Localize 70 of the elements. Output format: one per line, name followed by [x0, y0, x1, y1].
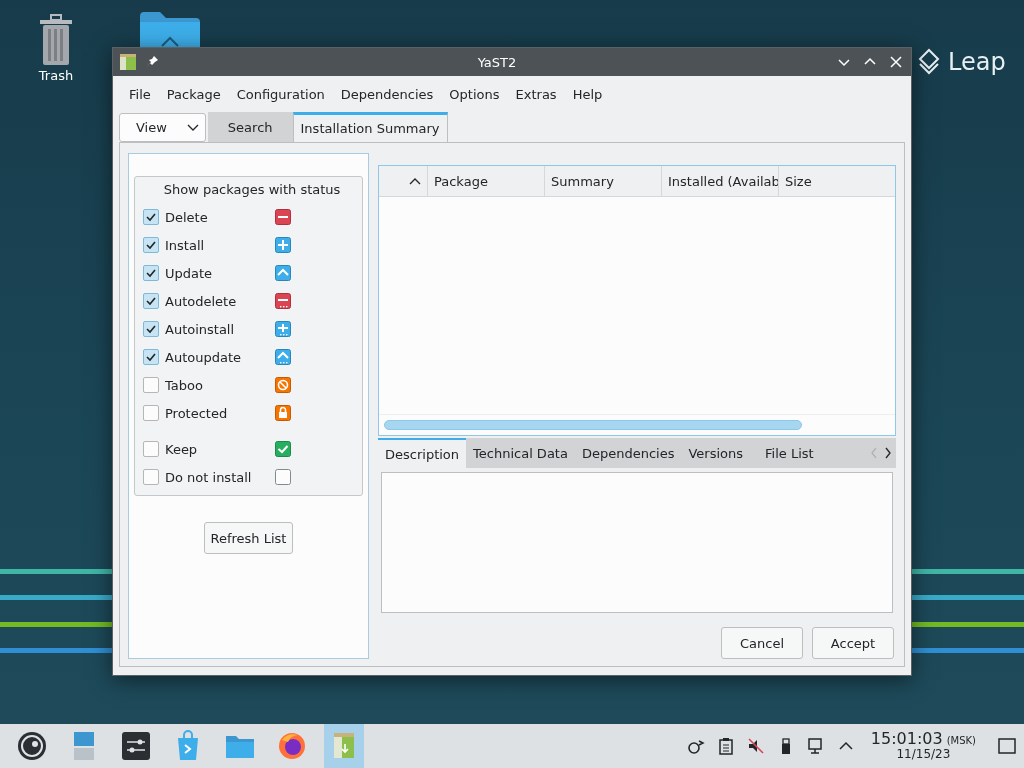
forbidden-icon [275, 377, 291, 393]
tab[interactable]: Technical Data [466, 438, 575, 468]
checkbox-label[interactable]: Protected [165, 405, 275, 421]
plus-icon [275, 237, 291, 253]
checkbox[interactable] [143, 377, 159, 393]
clock-time: 15:01:03 [870, 731, 943, 749]
checkbox-label[interactable]: Update [165, 265, 275, 281]
checkbox[interactable] [143, 237, 159, 253]
window-title: YaST2 [476, 54, 518, 70]
network-icon[interactable] [806, 737, 825, 755]
checkbox[interactable] [143, 405, 159, 421]
lock-icon [275, 405, 291, 421]
browser-icon[interactable] [276, 730, 308, 762]
brand-name: Leap [948, 48, 1006, 76]
icon-label: Trash [38, 68, 74, 83]
checkbox-label[interactable]: Install [165, 237, 275, 253]
menu-item[interactable]: Dependencies [332, 83, 442, 105]
view-dropdown[interactable]: View [119, 113, 206, 142]
folder-icon[interactable] [140, 12, 200, 48]
checkbox-label[interactable]: Do not install [165, 469, 275, 485]
menu-item[interactable]: Extras [507, 83, 565, 105]
checkbox-label[interactable]: Taboo [165, 377, 275, 393]
sliders-icon[interactable] [120, 730, 152, 762]
tab[interactable]: Installation Summary [292, 112, 448, 142]
checkbox[interactable] [143, 209, 159, 225]
refresh-button[interactable]: Refresh List [203, 522, 294, 554]
tab[interactable]: Search [207, 112, 293, 142]
checkbox-label[interactable]: Delete [165, 209, 275, 225]
checkbox[interactable] [143, 469, 159, 485]
column-header[interactable]: Package [427, 166, 544, 196]
checkbox[interactable] [143, 293, 159, 309]
tab[interactable]: Description [378, 438, 467, 468]
checkbox-label[interactable]: Keep [165, 441, 275, 457]
checkbox[interactable] [143, 321, 159, 337]
timezone-label: (MSK) [946, 736, 976, 747]
scrollbar-thumb[interactable] [384, 420, 802, 430]
tab[interactable]: File List [758, 438, 821, 468]
muted-speaker-icon[interactable] [746, 737, 765, 755]
menu-item[interactable]: Package [158, 83, 229, 105]
checkbox-label[interactable]: Autoinstall [165, 321, 275, 337]
clipboard-icon[interactable] [716, 737, 735, 755]
minus-icon [275, 209, 291, 225]
column-header[interactable]: Summary [544, 166, 661, 196]
package-icon [119, 53, 137, 71]
minus-icon [275, 293, 291, 309]
checkbox[interactable] [143, 349, 159, 365]
menu-item[interactable]: File [121, 83, 159, 105]
caret-icon [186, 123, 199, 132]
menu-item[interactable]: Options [441, 83, 508, 105]
tab[interactable]: Versions [681, 438, 751, 468]
checkbox[interactable] [143, 441, 159, 457]
layers-icon [918, 48, 940, 76]
clock-date: 11/15/23 [896, 748, 951, 761]
group-title: Show packages with status [162, 182, 342, 197]
checkbox-label[interactable]: Autoupdate [165, 349, 275, 365]
empty-square-icon [275, 469, 291, 485]
column-header[interactable]: Size [778, 166, 895, 196]
chevron-up-icon [275, 265, 291, 281]
sort-caret-icon [409, 177, 421, 185]
checkbox[interactable] [143, 265, 159, 281]
check-icon [275, 441, 291, 457]
checkbox-label[interactable]: Autodelete [165, 293, 275, 309]
dialog-button[interactable]: Cancel [721, 627, 803, 659]
plus-icon [275, 321, 291, 337]
dialog-button[interactable]: Accept [812, 627, 894, 659]
menu-item[interactable]: Configuration [228, 83, 333, 105]
show-desktop-icon[interactable] [998, 737, 1016, 755]
tab[interactable]: Dependencies [574, 438, 682, 468]
menu-item[interactable]: Help [564, 83, 611, 105]
chevron-up-icon [275, 349, 291, 365]
